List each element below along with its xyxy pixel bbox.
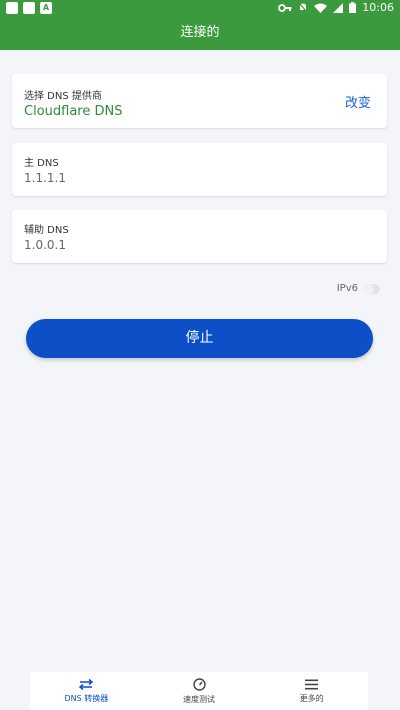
bottom-nav: DNS 转换器 速度测试 更多的 xyxy=(30,672,368,710)
signal-icon xyxy=(333,2,344,13)
wifi-icon xyxy=(314,3,328,13)
nav-item-speed-test[interactable]: 速度测试 xyxy=(143,672,256,710)
menu-icon xyxy=(305,679,319,689)
clock: 10:06 xyxy=(362,1,394,14)
nav-label: 速度测试 xyxy=(183,694,215,704)
provider-value: Cloudflare DNS xyxy=(24,104,123,119)
nav-item-dns-changer[interactable]: DNS 转换器 xyxy=(30,672,143,710)
stop-button[interactable]: 停止 xyxy=(26,319,373,358)
provider-label: 选择 DNS 提供商 xyxy=(24,91,102,102)
vpn-key-icon xyxy=(278,3,292,12)
notification-a-icon: A xyxy=(40,2,52,14)
ipv6-toggle[interactable] xyxy=(364,283,380,294)
secondary-dns-label: 辅助 DNS xyxy=(24,225,69,236)
battery-icon xyxy=(349,2,357,13)
secondary-dns-value: 1.0.0.1 xyxy=(24,238,66,252)
nav-item-more[interactable]: 更多的 xyxy=(255,672,368,710)
status-bar: A 10:06 xyxy=(0,0,400,16)
mute-bell-icon xyxy=(298,2,308,13)
notification-icon xyxy=(6,2,18,14)
primary-dns-card: 主 DNS 1.1.1.1 xyxy=(12,143,387,196)
speedometer-icon xyxy=(192,677,206,691)
nav-label: 更多的 xyxy=(299,693,324,703)
secondary-dns-card: 辅助 DNS 1.0.0.1 xyxy=(12,210,387,263)
dns-provider-card[interactable]: 选择 DNS 提供商 Cloudflare DNS 改变 xyxy=(12,74,387,128)
swap-arrows-icon xyxy=(79,678,94,690)
nav-label: DNS 转换器 xyxy=(64,693,109,703)
primary-dns-label: 主 DNS xyxy=(24,158,59,169)
page-title: 连接的 xyxy=(0,16,400,50)
change-provider-button[interactable]: 改变 xyxy=(345,92,371,111)
ipv6-row: IPv6 xyxy=(337,283,380,294)
notification-icon xyxy=(23,2,35,14)
primary-dns-value: 1.1.1.1 xyxy=(24,171,66,185)
ipv6-label: IPv6 xyxy=(336,283,358,294)
